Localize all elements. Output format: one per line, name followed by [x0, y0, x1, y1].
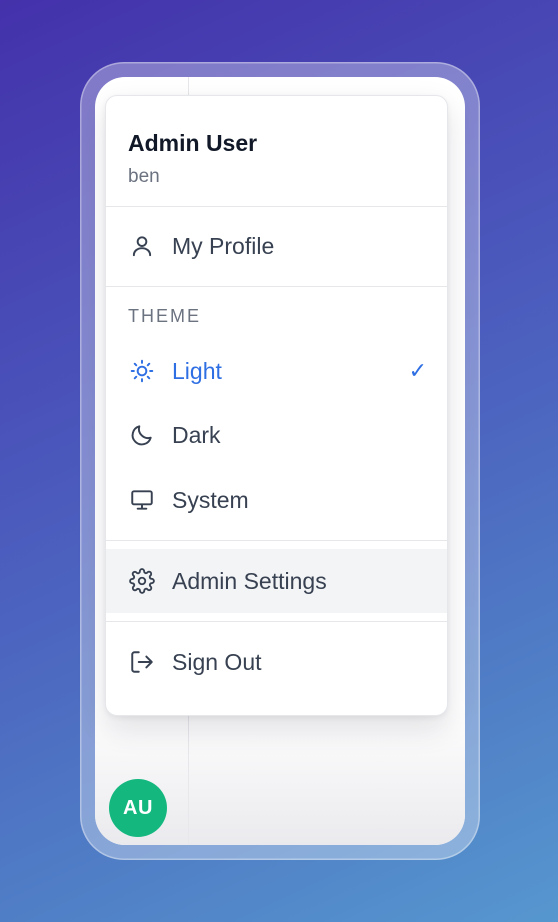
sign-out-menu-item[interactable]: Sign Out [106, 630, 447, 694]
divider [106, 286, 447, 287]
checkmark-icon: ✓ [408, 358, 427, 383]
theme-system-option[interactable]: System [106, 468, 447, 532]
avatar[interactable]: AU [109, 779, 167, 837]
sign-out-label: Sign Out [172, 648, 262, 675]
theme-dark-option[interactable]: Dark [106, 403, 447, 467]
sign-out-icon [128, 648, 156, 676]
divider [106, 540, 447, 541]
my-profile-label: My Profile [172, 232, 275, 259]
my-profile-menu-item[interactable]: My Profile [106, 214, 447, 278]
theme-section-label: THEME [128, 306, 201, 326]
user-info: Admin User ben [106, 96, 447, 206]
user-menu-dropdown: Admin User ben My Profile THEME Light ✓ [105, 95, 448, 716]
divider [106, 621, 447, 622]
gear-icon [128, 567, 156, 595]
theme-system-label: System [172, 486, 249, 513]
theme-dark-label: Dark [172, 421, 221, 448]
admin-settings-menu-item[interactable]: Admin Settings [106, 549, 447, 613]
theme-light-option[interactable]: Light ✓ [106, 339, 447, 403]
sun-icon [128, 357, 156, 385]
user-icon [128, 232, 156, 260]
divider [106, 206, 447, 207]
user-handle: ben [128, 166, 160, 187]
moon-icon [128, 421, 156, 449]
monitor-icon [128, 486, 156, 514]
admin-settings-label: Admin Settings [172, 567, 327, 594]
theme-light-label: Light [172, 357, 222, 384]
user-name: Admin User [128, 130, 258, 156]
